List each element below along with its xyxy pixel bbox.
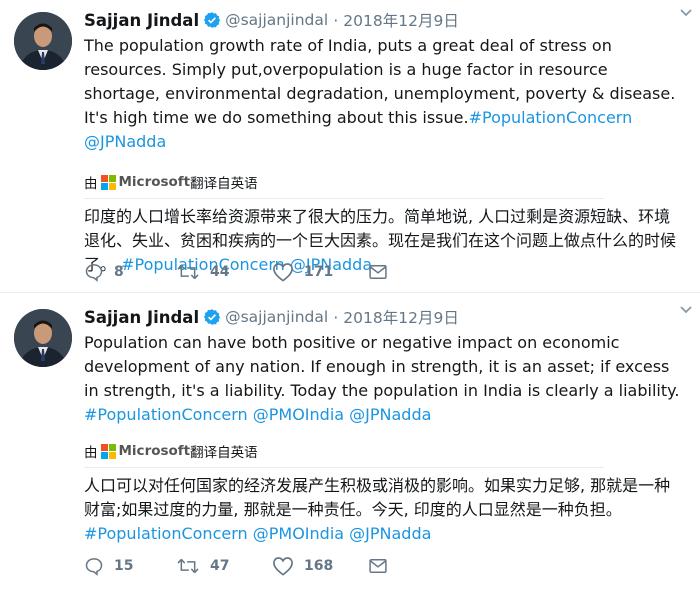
reply-icon bbox=[85, 558, 103, 576]
heart-icon bbox=[273, 557, 293, 576]
avatar[interactable] bbox=[14, 12, 72, 70]
translated-prefix: 由 bbox=[84, 445, 98, 461]
retweet-count: 44 bbox=[210, 264, 230, 280]
envelope-icon bbox=[369, 265, 387, 279]
translated-suffix: 翻译自英语 bbox=[190, 176, 258, 192]
tweet-actions: 15 47 168 bbox=[84, 555, 388, 577]
translated-brand: Microsoft bbox=[118, 174, 191, 190]
tweet-card[interactable]: Sajjan Jindal @sajjanjindal · 2018年12月9日… bbox=[0, 293, 700, 589]
tweet-card[interactable]: Sajjan Jindal @sajjanjindal · 2018年12月9日… bbox=[0, 0, 700, 293]
translated-suffix: 翻译自英语 bbox=[190, 445, 258, 461]
tweet-header: Sajjan Jindal @sajjanjindal · 2018年12月9日 bbox=[84, 8, 686, 32]
hashtag-link[interactable]: #PopulationConcern bbox=[84, 405, 248, 424]
tweet-actions: 8 44 171 bbox=[84, 261, 388, 283]
envelope-icon bbox=[369, 559, 387, 573]
author-name[interactable]: Sajjan Jindal bbox=[84, 11, 199, 30]
tweet-header: Sajjan Jindal @sajjanjindal · 2018年12月9日 bbox=[84, 305, 686, 329]
divider bbox=[84, 198, 604, 199]
retweet-icon bbox=[177, 264, 199, 280]
avatar[interactable] bbox=[14, 309, 72, 367]
translated-prefix: 由 bbox=[84, 176, 98, 192]
like-button[interactable]: 168 bbox=[272, 556, 368, 576]
hashtag-link[interactable]: #PopulationConcern bbox=[469, 108, 633, 127]
reply-count: 8 bbox=[114, 264, 124, 280]
reply-icon bbox=[85, 264, 103, 282]
translated-brand: Microsoft bbox=[118, 443, 191, 459]
translation-attribution: 由 Microsoft 翻译自英语 bbox=[84, 172, 686, 192]
direct-message-button[interactable] bbox=[368, 556, 388, 576]
like-count: 168 bbox=[304, 558, 334, 574]
tweet-text: The population growth rate of India, put… bbox=[84, 34, 686, 154]
tweet-text: Population can have both positive or neg… bbox=[84, 331, 686, 427]
reply-count: 15 bbox=[114, 558, 134, 574]
like-count: 171 bbox=[304, 264, 334, 280]
author-name[interactable]: Sajjan Jindal bbox=[84, 308, 199, 327]
retweet-button[interactable]: 44 bbox=[176, 262, 272, 282]
separator-dot: · bbox=[333, 307, 339, 327]
mention-link[interactable]: @JPNadda bbox=[349, 524, 431, 543]
author-handle[interactable]: @sajjanjindal bbox=[225, 11, 328, 29]
translated-text: 人口可以对任何国家的经济发展产生积极或消极的影响。如果实力足够, 那就是一种财富… bbox=[84, 474, 686, 546]
like-button[interactable]: 171 bbox=[272, 262, 368, 282]
microsoft-logo-icon bbox=[100, 443, 116, 459]
divider bbox=[84, 467, 604, 468]
verified-badge-icon bbox=[203, 12, 221, 28]
tweet-body: Population can have both positive or neg… bbox=[84, 333, 680, 400]
reply-button[interactable]: 15 bbox=[84, 556, 176, 576]
retweet-icon bbox=[177, 558, 199, 574]
retweet-button[interactable]: 47 bbox=[176, 556, 272, 576]
mention-link[interactable]: @JPNadda bbox=[84, 132, 166, 151]
retweet-count: 47 bbox=[210, 558, 230, 574]
microsoft-logo-icon bbox=[100, 174, 116, 190]
hashtag-link[interactable]: #PopulationConcern bbox=[84, 524, 248, 543]
mention-link[interactable]: @JPNadda bbox=[349, 405, 431, 424]
reply-button[interactable]: 8 bbox=[84, 262, 176, 282]
heart-icon bbox=[273, 263, 293, 282]
author-handle[interactable]: @sajjanjindal bbox=[225, 308, 328, 326]
tweet-timestamp[interactable]: 2018年12月9日 bbox=[343, 306, 459, 328]
verified-badge-icon bbox=[203, 309, 221, 325]
separator-dot: · bbox=[333, 10, 339, 30]
mention-link[interactable]: @PMOIndia bbox=[253, 405, 344, 424]
translation-body: 人口可以对任何国家的经济发展产生积极或消极的影响。如果实力足够, 那就是一种财富… bbox=[84, 476, 671, 519]
tweet-timestamp[interactable]: 2018年12月9日 bbox=[343, 9, 459, 31]
mention-link[interactable]: @PMOIndia bbox=[253, 524, 344, 543]
direct-message-button[interactable] bbox=[368, 262, 388, 282]
translation-attribution: 由 Microsoft 翻译自英语 bbox=[84, 441, 686, 461]
